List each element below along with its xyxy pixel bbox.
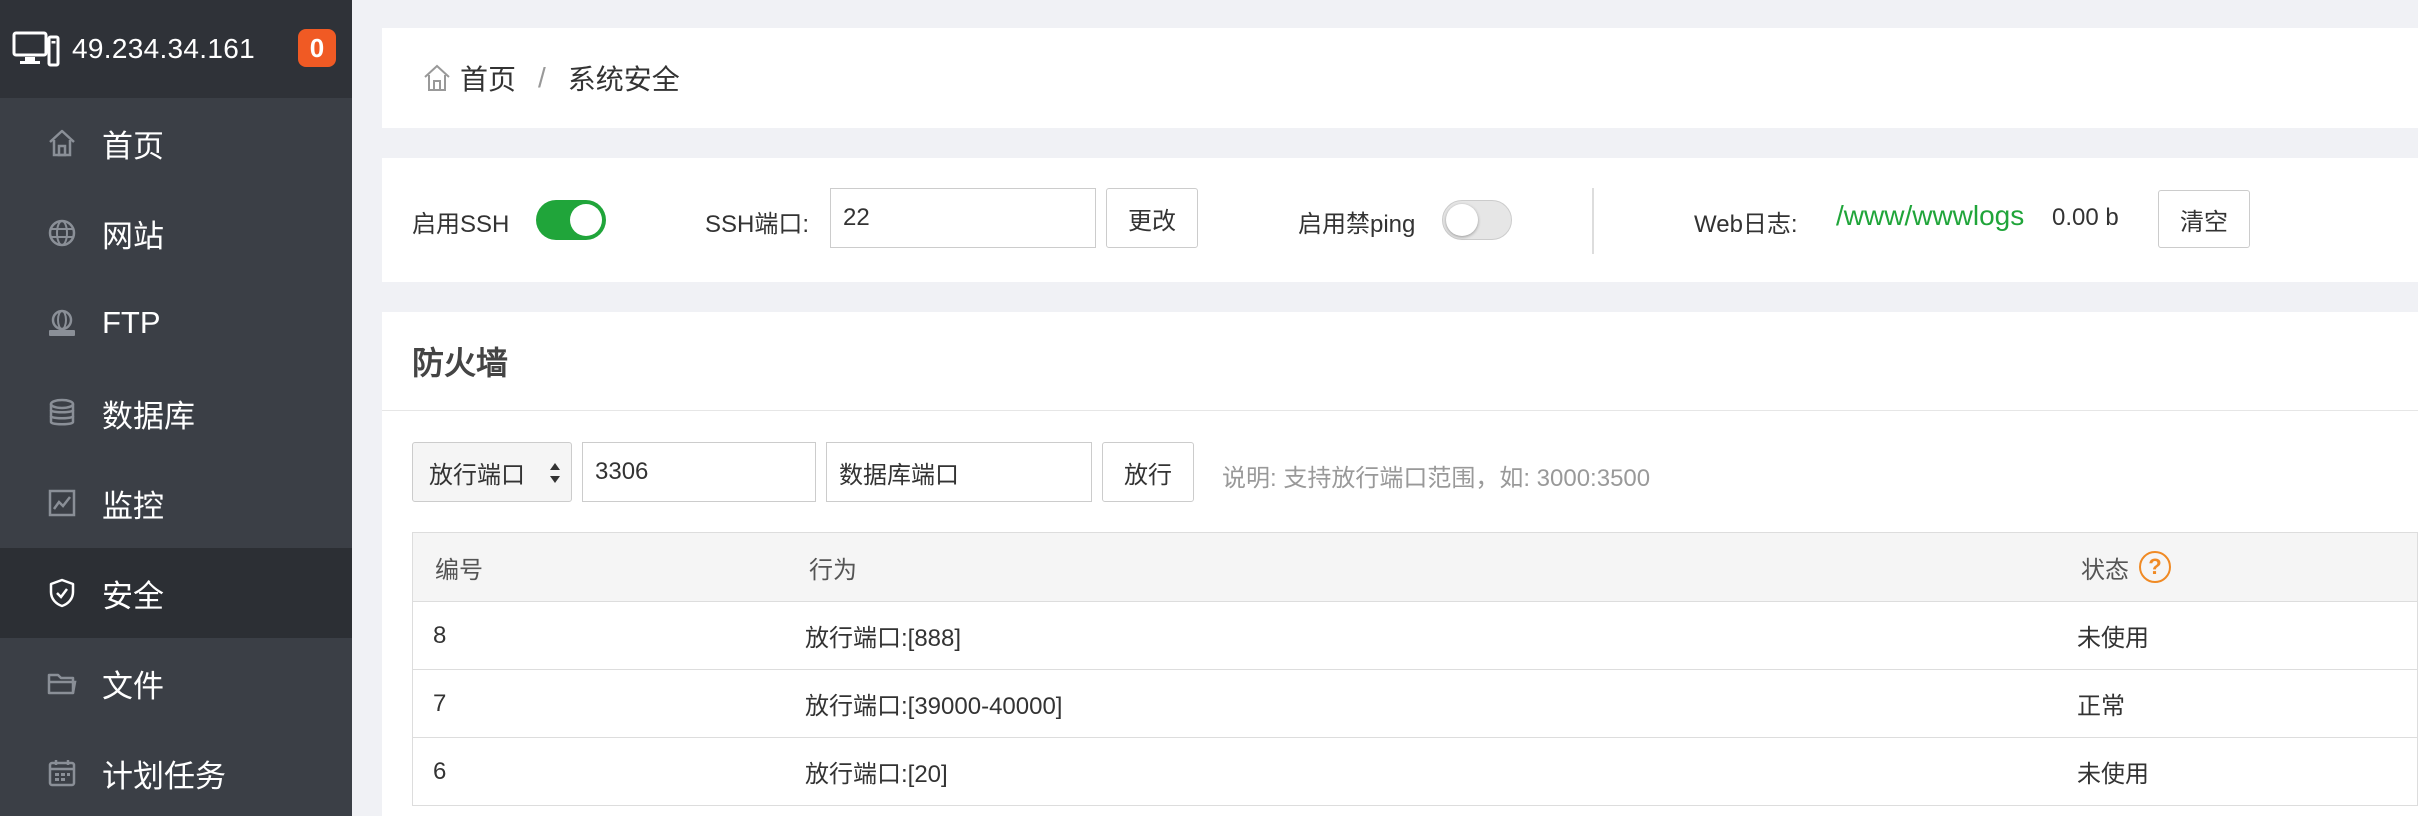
ssh-port-label: SSH端口: xyxy=(705,211,810,238)
sidebar-item-files[interactable]: 文件 xyxy=(0,638,352,728)
change-port-button[interactable]: 更改 xyxy=(1106,188,1198,248)
allow-port-button[interactable]: 放行 xyxy=(1102,442,1194,502)
sidebar-item-label: 首页 xyxy=(102,128,164,164)
notification-badge[interactable]: 0 xyxy=(298,29,336,67)
sidebar: 49.234.34.161 0 首页 网站 FTP 数据库 监控 安全 文件 计… xyxy=(0,0,352,816)
table-row: 7 放行端口:[39000-40000] 正常 xyxy=(412,670,2418,738)
calendar-icon xyxy=(48,760,76,787)
sidebar-item-cron[interactable]: 计划任务 xyxy=(0,728,352,816)
ssh-toggle[interactable] xyxy=(536,200,606,240)
web-log-label: Web日志: xyxy=(1694,211,1798,238)
home-icon xyxy=(424,64,450,91)
firewall-hint: 说明: 支持放行端口范围，如: 3000:3500 xyxy=(1222,465,1651,492)
sidebar-item-label: 文件 xyxy=(102,668,164,704)
breadcrumb: 首页 / 系统安全 xyxy=(422,28,680,128)
sidebar-item-label: 监控 xyxy=(102,488,164,524)
security-settings-panel: 启用SSH SSH端口: 22 更改 启用禁ping Web日志: /www/w… xyxy=(382,158,2418,282)
sidebar-header: 49.234.34.161 0 xyxy=(0,0,352,98)
sidebar-item-ftp[interactable]: FTP xyxy=(0,278,352,368)
column-header-id: 编号 xyxy=(435,556,483,584)
web-log-size: 0.00 b xyxy=(2052,204,2119,231)
column-header-action: 行为 xyxy=(809,556,857,584)
divider xyxy=(1592,188,1594,254)
table-row: 6 放行端口:[20] 未使用 xyxy=(412,738,2418,806)
select-arrows-icon xyxy=(550,463,560,483)
sidebar-item-home[interactable]: 首页 xyxy=(0,98,352,188)
sidebar-item-website[interactable]: 网站 xyxy=(0,188,352,278)
database-icon xyxy=(49,398,75,426)
cell-action: 放行端口:[888] xyxy=(805,625,962,652)
cell-status: 未使用 xyxy=(2077,625,2149,652)
sidebar-item-security[interactable]: 安全 xyxy=(0,548,352,638)
globe-icon xyxy=(48,219,76,247)
table-row: 8 放行端口:[888] 未使用 xyxy=(412,602,2418,670)
home-icon xyxy=(49,129,75,157)
folder-icon xyxy=(47,673,77,695)
remark-input[interactable]: 数据库端口 xyxy=(826,442,1092,502)
clear-log-button[interactable]: 清空 xyxy=(2158,190,2250,248)
cell-status: 正常 xyxy=(2077,693,2125,720)
ftp-icon xyxy=(49,309,75,336)
ping-ban-toggle[interactable] xyxy=(1442,200,1512,240)
sidebar-item-label: FTP xyxy=(102,305,161,340)
cell-action: 放行端口:[20] xyxy=(805,761,948,788)
divider xyxy=(382,410,2418,411)
sidebar-item-label: 网站 xyxy=(102,218,164,254)
breadcrumb-separator: / xyxy=(538,62,546,93)
sidebar-item-monitor[interactable]: 监控 xyxy=(0,458,352,548)
monitor-chart-icon xyxy=(48,489,76,517)
firewall-panel: 防火墙 放行端口 3306 数据库端口 放行 说明: 支持放行端口范围，如: 3… xyxy=(382,312,2418,816)
cell-id: 8 xyxy=(433,621,447,649)
column-header-status: 状态 ? xyxy=(2081,533,2171,601)
rule-type-selected: 放行端口 xyxy=(429,461,525,489)
firewall-title: 防火墙 xyxy=(412,345,509,381)
shield-icon xyxy=(49,578,75,608)
ping-ban-label: 启用禁ping xyxy=(1298,211,1416,238)
breadcrumb-current: 系统安全 xyxy=(567,64,680,95)
help-icon[interactable]: ? xyxy=(2139,551,2171,583)
cell-id: 7 xyxy=(433,689,447,717)
port-input[interactable]: 3306 xyxy=(582,442,816,502)
cell-status: 未使用 xyxy=(2077,761,2149,788)
toggle-knob xyxy=(1446,204,1478,236)
sidebar-item-label: 计划任务 xyxy=(102,758,226,794)
breadcrumb-panel: 首页 / 系统安全 xyxy=(382,28,2418,128)
web-log-path-link[interactable]: /www/wwwlogs xyxy=(1836,200,2024,232)
breadcrumb-home-link[interactable]: 首页 xyxy=(460,58,516,98)
sidebar-item-label: 数据库 xyxy=(102,398,195,434)
sidebar-item-database[interactable]: 数据库 xyxy=(0,368,352,458)
firewall-rules-table: 编号 行为 状态 ? 8 放行端口:[888] 未使用 7 放行端口:[3900… xyxy=(412,532,2418,806)
table-header: 编号 行为 状态 ? xyxy=(412,532,2418,602)
ssh-enable-label: 启用SSH xyxy=(412,211,510,238)
rule-type-select[interactable]: 放行端口 xyxy=(412,442,572,502)
ssh-port-input[interactable]: 22 xyxy=(830,188,1096,248)
sidebar-item-label: 安全 xyxy=(102,578,164,614)
cell-id: 6 xyxy=(433,757,447,785)
cell-action: 放行端口:[39000-40000] xyxy=(805,693,1063,720)
computer-icon xyxy=(12,31,60,67)
toggle-knob xyxy=(570,204,602,236)
column-header-status-label: 状态 xyxy=(2081,556,2129,584)
server-ip: 49.234.34.161 xyxy=(72,33,255,64)
